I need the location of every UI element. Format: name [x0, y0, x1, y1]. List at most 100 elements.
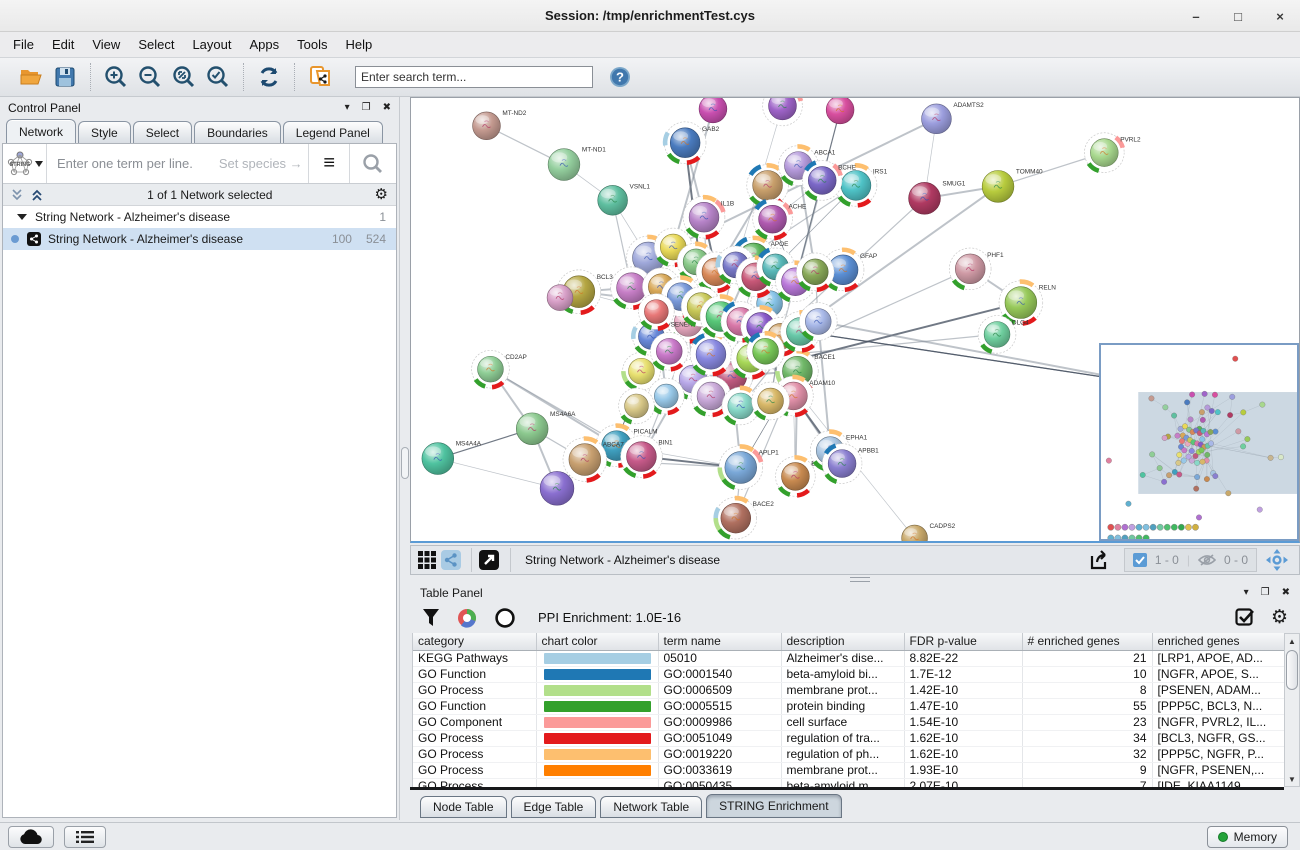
tab-network[interactable]: Network — [6, 119, 76, 143]
string-options-menu-icon[interactable]: ≡ — [308, 144, 349, 183]
expand-all-icon[interactable] — [31, 189, 45, 201]
string-query-placeholder[interactable]: Enter one term per line. — [57, 156, 193, 171]
network-node[interactable] — [747, 332, 785, 370]
network-node[interactable]: PVRL2 — [1084, 133, 1141, 173]
network-node[interactable]: CD2AP — [472, 350, 527, 388]
table-row[interactable]: GO ProcessGO:0019220regulation of ph...1… — [413, 746, 1284, 762]
scroll-up-icon[interactable]: ▲ — [1285, 634, 1299, 648]
export-network-icon[interactable] — [1088, 548, 1112, 572]
tab-string-enrichment[interactable]: STRING Enrichment — [706, 794, 841, 818]
panel-menu-icon[interactable]: ▾ — [345, 103, 350, 113]
column-header-FDR-p-value[interactable]: FDR p-value — [904, 633, 1022, 650]
close-button[interactable]: × — [1272, 8, 1288, 24]
tab-legend-panel[interactable]: Legend Panel — [283, 121, 383, 143]
grid-view-icon[interactable] — [417, 550, 437, 570]
network-node[interactable]: VSNL1 — [598, 183, 651, 215]
column-header-description[interactable]: description — [781, 633, 904, 650]
column-header-enriched-genes[interactable]: # enriched genes — [1022, 633, 1152, 650]
panel-splitter[interactable] — [400, 97, 410, 820]
gear-icon[interactable]: ⚙ — [375, 187, 388, 202]
network-node[interactable] — [690, 333, 732, 375]
tab-network-table[interactable]: Network Table — [600, 796, 702, 818]
navigator-graph[interactable] — [1101, 345, 1297, 539]
maximize-button[interactable]: □ — [1230, 8, 1246, 24]
column-header-chart-color[interactable]: chart color — [536, 633, 658, 650]
string-protein-query-selector[interactable]: STRING — [3, 144, 47, 183]
detach-view-icon[interactable] — [478, 549, 500, 571]
panel-float-icon[interactable]: ❐ — [362, 103, 371, 113]
filter-icon[interactable] — [422, 608, 440, 628]
menu-layout[interactable]: Layout — [183, 33, 240, 56]
network-node[interactable]: APLP1 — [719, 446, 779, 490]
network-node[interactable]: IL1B — [683, 196, 734, 238]
network-node[interactable]: CADPS2 — [902, 523, 956, 541]
refresh-icon[interactable] — [256, 64, 282, 90]
network-node[interactable]: MS4A4A — [422, 441, 482, 475]
tab-select[interactable]: Select — [133, 121, 192, 143]
panel-float-icon[interactable]: ❐ — [1261, 588, 1270, 598]
task-history-button[interactable] — [64, 826, 106, 848]
table-row[interactable]: GO FunctionGO:0001540beta-amyloid bi...1… — [413, 666, 1284, 682]
tab-edge-table[interactable]: Edge Table — [511, 796, 597, 818]
table-row[interactable]: GO ProcessGO:0033619membrane prot...1.93… — [413, 762, 1284, 778]
table-row[interactable]: GO FunctionGO:0005515protein binding1.47… — [413, 698, 1284, 714]
zoom-selected-icon[interactable] — [205, 64, 231, 90]
network-node[interactable] — [826, 98, 854, 124]
table-row[interactable]: KEGG Pathways05010Alzheimer's dise...8.8… — [413, 650, 1284, 666]
column-header-category[interactable]: category — [413, 633, 536, 650]
cloud-tasks-button[interactable] — [8, 826, 54, 848]
network-node[interactable] — [699, 98, 727, 123]
select-rows-icon[interactable] — [1235, 608, 1255, 628]
tree-expand-icon[interactable] — [17, 214, 27, 220]
network-node[interactable]: TOMM40 — [982, 168, 1043, 202]
menu-tools[interactable]: Tools — [288, 33, 336, 56]
scroll-down-icon[interactable]: ▼ — [1285, 772, 1299, 786]
network-node[interactable] — [619, 388, 655, 424]
network-navigator[interactable] — [1099, 343, 1299, 541]
network-node[interactable]: RELN — [999, 281, 1056, 325]
table-row[interactable]: GO ComponentGO:0009986cell surface1.54E-… — [413, 714, 1284, 730]
scroll-thumb[interactable] — [1286, 650, 1298, 690]
memory-button[interactable]: Memory — [1207, 826, 1288, 848]
string-search-icon[interactable] — [349, 144, 396, 183]
network-node[interactable]: ACHE — [753, 199, 807, 239]
menu-select[interactable]: Select — [129, 33, 183, 56]
help-icon[interactable]: ? — [607, 64, 633, 90]
panel-menu-icon[interactable]: ▾ — [1244, 588, 1249, 598]
splitter-handle-icon[interactable] — [401, 447, 409, 479]
table-scrollbar[interactable]: ▲ ▼ — [1284, 633, 1300, 787]
tab-style[interactable]: Style — [78, 121, 131, 143]
panel-close-icon[interactable]: ✖ — [1282, 588, 1290, 598]
open-session-icon[interactable] — [18, 64, 44, 90]
network-node[interactable]: MT-ND1 — [548, 147, 606, 181]
chart-settings-icon[interactable] — [456, 607, 478, 629]
gear-icon[interactable]: ⚙ — [1271, 608, 1288, 627]
network-node[interactable]: DLG4 — [978, 316, 1029, 354]
draw-ring-icon[interactable] — [494, 607, 516, 629]
zoom-fit-icon[interactable] — [171, 64, 197, 90]
menu-help[interactable]: Help — [337, 33, 382, 56]
network-node[interactable]: GAB2 — [664, 122, 719, 164]
panel-close-icon[interactable]: ✖ — [383, 103, 391, 113]
save-session-icon[interactable] — [52, 64, 78, 90]
enrichment-table[interactable]: categorychart colorterm namedescriptionF… — [413, 633, 1284, 787]
network-row[interactable]: String Network - Alzheimer's disease1005… — [3, 228, 396, 250]
column-header-term-name[interactable]: term name — [658, 633, 781, 650]
horizontal-splitter[interactable] — [410, 575, 1300, 584]
network-node[interactable] — [650, 332, 688, 370]
tab-node-table[interactable]: Node Table — [420, 796, 507, 818]
menu-edit[interactable]: Edit — [43, 33, 83, 56]
share-view-icon[interactable] — [441, 550, 461, 570]
network-node[interactable] — [547, 285, 573, 311]
tab-boundaries[interactable]: Boundaries — [194, 121, 281, 143]
species-selector-label[interactable]: Set species → — [219, 156, 303, 171]
minimize-button[interactable]: – — [1188, 8, 1204, 24]
network-node[interactable] — [799, 303, 837, 341]
network-node[interactable]: SMUG1 — [909, 180, 966, 214]
clone-network-icon[interactable] — [307, 64, 333, 90]
network-node[interactable]: BACE2 — [715, 497, 774, 539]
network-node[interactable]: MT-ND2 — [473, 110, 527, 140]
network-collection-row[interactable]: String Network - Alzheimer's disease1 — [3, 206, 396, 228]
network-node[interactable] — [763, 98, 803, 126]
network-node[interactable]: MS4A6A — [516, 411, 576, 445]
